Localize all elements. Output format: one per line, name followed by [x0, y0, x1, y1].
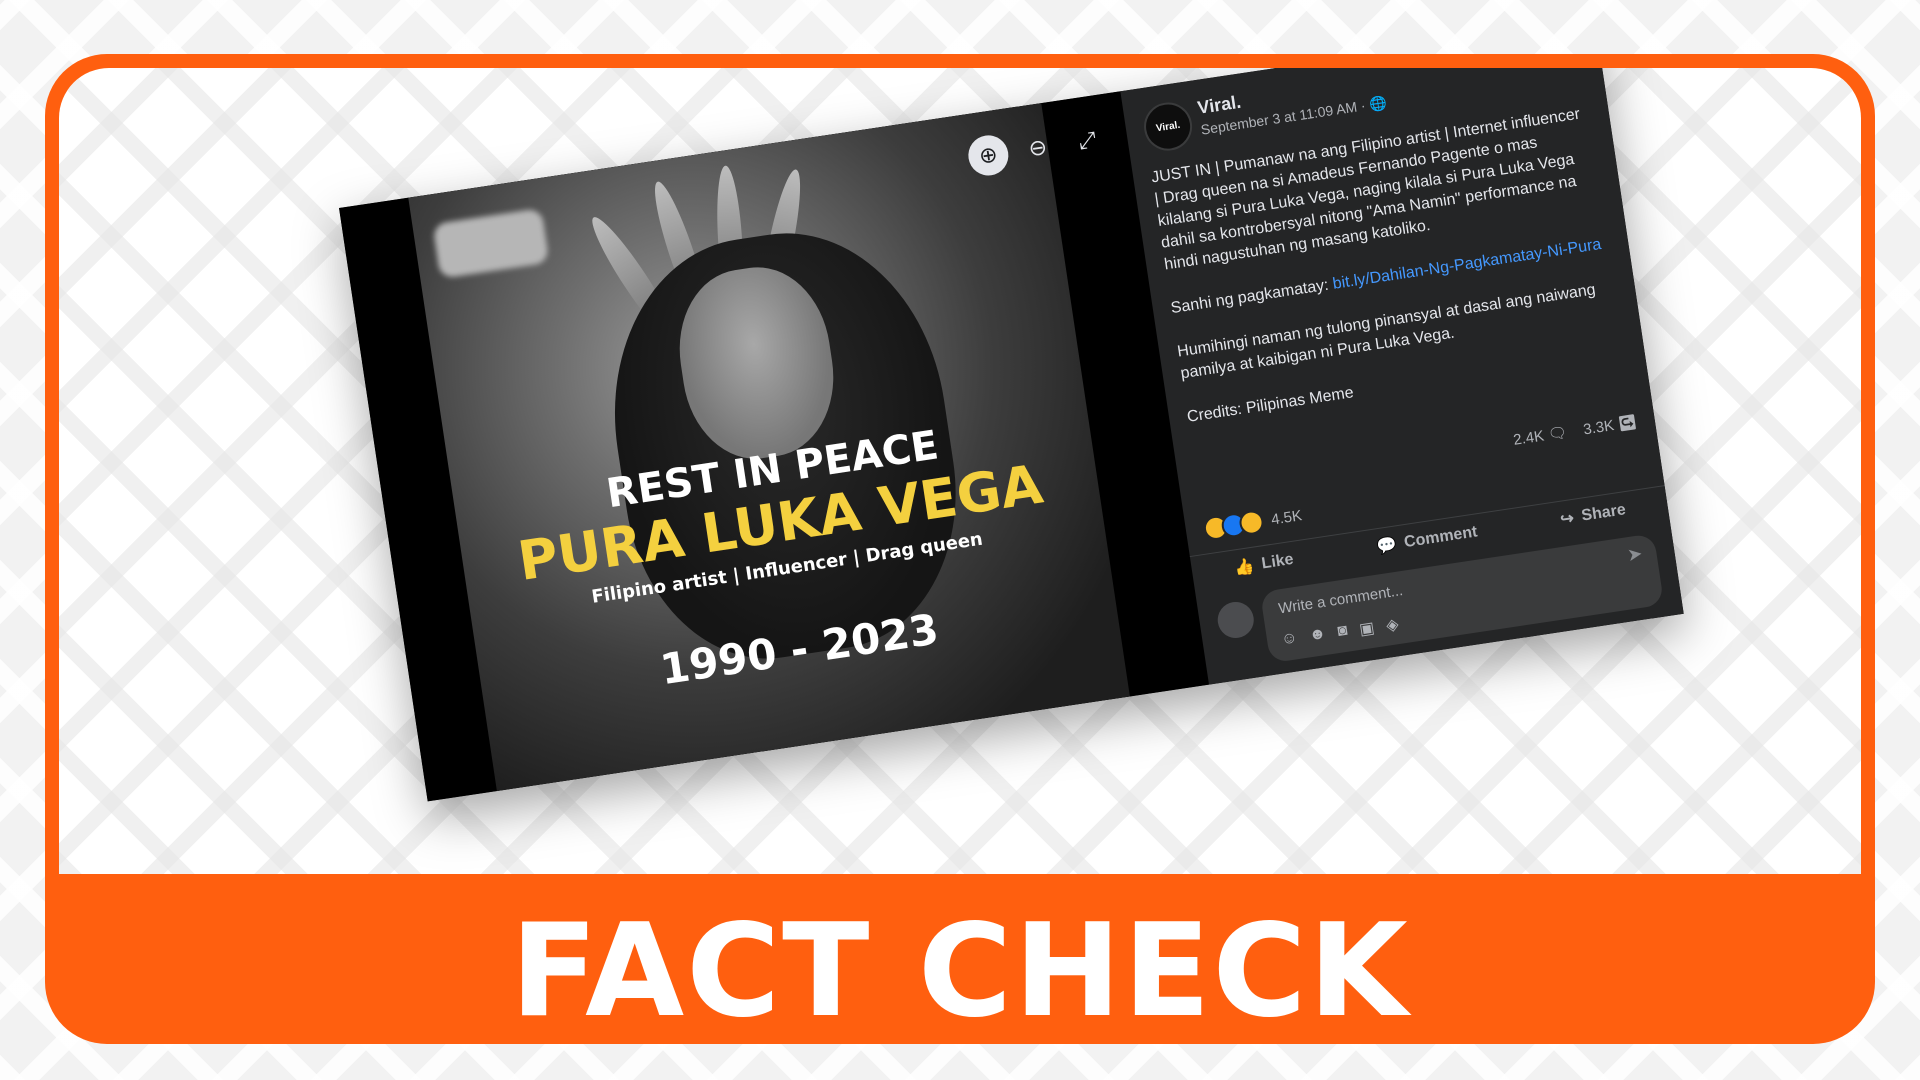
like-label: Like [1260, 550, 1295, 573]
cause-label: Sanhi ng pagkamatay: [1169, 276, 1335, 318]
comment-tools: ☺ ☻ ◙ ▣ ◈ [1280, 614, 1400, 651]
reaction-summary[interactable]: 4.5K [1202, 503, 1304, 542]
comments-count[interactable]: 2.4K [1512, 427, 1545, 448]
emoji-icon[interactable]: ☻ [1308, 625, 1328, 647]
share-arrow-icon: ↪ [1616, 413, 1639, 434]
page-name[interactable]: Viral. [1196, 92, 1242, 119]
sticker-icon[interactable]: ◈ [1385, 614, 1400, 636]
fullscreen-icon[interactable]: ⤢ [1065, 118, 1110, 163]
share-label: Share [1580, 501, 1627, 525]
page-avatar[interactable]: Viral. [1140, 99, 1196, 154]
comment-icon: 💬 [1375, 536, 1398, 557]
shares-count[interactable]: 3.3K [1582, 417, 1615, 438]
memorial-photo: REST IN PEACE PURA LUKA VEGA Filipino ar… [408, 103, 1130, 792]
photo-viewer: REST IN PEACE PURA LUKA VEGA Filipino ar… [339, 91, 1210, 802]
camera-icon[interactable]: ◙ [1337, 622, 1350, 643]
share-button[interactable]: ↪ Share [1559, 500, 1627, 530]
globe-icon: 🌐 [1368, 94, 1388, 113]
avatar-sticker-icon[interactable]: ☺ [1280, 629, 1299, 651]
like-button[interactable]: 👍 Like [1233, 550, 1295, 579]
fact-check-frame: REST IN PEACE PURA LUKA VEGA Filipino ar… [45, 54, 1875, 1044]
fact-check-title: FACT CHECK [510, 897, 1410, 1044]
user-avatar [1215, 599, 1257, 641]
post-body: JUST IN | Pumanaw na ang Filipino artist… [1150, 103, 1627, 451]
blurred-watermark [432, 208, 550, 279]
post-sidebar: Viral. Viral. September 3 at 11:09 AM · … [1120, 68, 1684, 685]
gif-icon[interactable]: ▣ [1358, 618, 1376, 640]
comment-button[interactable]: 💬 Comment [1375, 522, 1479, 557]
frame-inner: REST IN PEACE PURA LUKA VEGA Filipino ar… [59, 68, 1861, 874]
thumbs-up-icon: 👍 [1233, 557, 1256, 578]
comment-bubble-icon: 🗨 [1546, 424, 1569, 444]
comment-label: Comment [1403, 523, 1479, 552]
reactions-count: 4.5K [1270, 506, 1304, 529]
engagement-stats: 2.4K 🗨 3.3K ↪ [1512, 413, 1638, 449]
send-icon[interactable]: ➤ [1626, 543, 1644, 566]
share-icon: ↪ [1559, 509, 1576, 529]
